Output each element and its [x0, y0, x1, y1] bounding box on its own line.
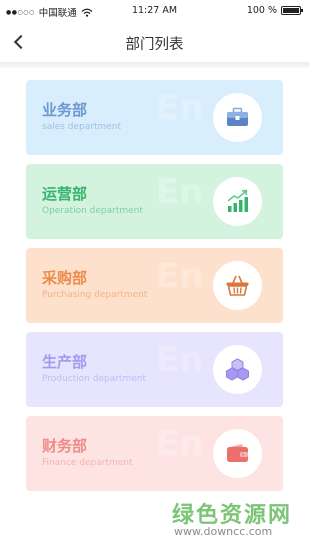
department-name: 业务部	[42, 101, 88, 119]
department-name: 财务部	[42, 437, 88, 455]
header-divider	[0, 62, 309, 68]
bar-chart-icon	[227, 189, 248, 212]
department-subtitle: Production department	[42, 374, 146, 384]
department-name: 运营部	[42, 185, 88, 203]
status-bar: ●●○○○ 中国联通 11:27 AM 100 %	[0, 0, 309, 22]
cubes-icon	[226, 358, 249, 381]
department-subtitle: Finance department	[42, 458, 133, 468]
card-watermark: En	[156, 424, 204, 464]
nav-bar: 部门列表	[0, 22, 309, 62]
icon-circle	[213, 177, 262, 226]
card-watermark: En	[156, 256, 204, 296]
department-card-operation[interactable]: En 运营部 Operation department	[26, 164, 283, 239]
site-watermark: 绿色资源网 www.downcc.com	[172, 497, 307, 547]
icon-circle	[213, 261, 262, 310]
department-card-purchasing[interactable]: En 采购部 Purchasing department	[26, 248, 283, 323]
page-title: 部门列表	[125, 37, 184, 53]
card-watermark: En	[156, 172, 204, 212]
department-subtitle: Operation department	[42, 206, 143, 216]
department-name: 采购部	[42, 269, 88, 287]
department-subtitle: Purchasing department	[42, 290, 148, 300]
briefcase-icon	[227, 107, 248, 126]
department-card-sales[interactable]: En 业务部 sales department	[26, 80, 283, 155]
icon-circle	[213, 345, 262, 394]
department-name: 生产部	[42, 353, 88, 371]
icon-circle	[213, 429, 262, 478]
battery-icon	[281, 6, 303, 15]
card-watermark: En	[156, 88, 204, 128]
department-card-finance[interactable]: En 财务部 Finance department	[26, 416, 283, 491]
icon-circle	[213, 93, 262, 142]
department-subtitle: sales department	[42, 122, 122, 132]
basket-icon	[226, 275, 249, 296]
wallet-icon	[227, 444, 248, 462]
watermark-url: www.downcc.com	[174, 525, 273, 538]
card-watermark: En	[156, 340, 204, 380]
department-card-production[interactable]: En 生产部 Production department	[26, 332, 283, 407]
battery-percent: 100 %	[246, 5, 277, 16]
